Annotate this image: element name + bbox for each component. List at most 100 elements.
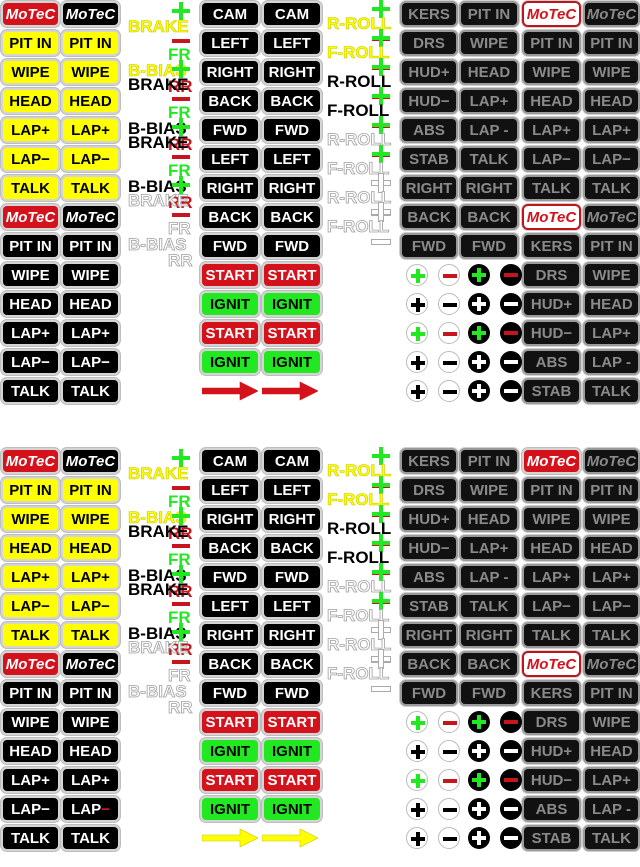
label-button[interactable]: FWD — [202, 566, 258, 588]
label-button[interactable]: LAP+ — [585, 119, 638, 141]
label-button[interactable]: DRS — [524, 264, 579, 286]
label-button[interactable]: KERS — [402, 450, 456, 472]
label-button[interactable]: WIPE — [63, 61, 118, 83]
label-button[interactable]: PIT IN — [3, 32, 58, 54]
minus-circle-button[interactable] — [438, 264, 460, 286]
label-button[interactable]: CAM — [264, 450, 320, 472]
label-button[interactable]: HEAD — [63, 740, 118, 762]
label-button[interactable]: RIGHT — [202, 624, 258, 646]
plus-circle-button[interactable] — [468, 711, 490, 733]
label-button[interactable]: HEAD — [461, 61, 517, 83]
label-button[interactable]: RIGHT — [202, 61, 258, 83]
label-button[interactable]: LAP+ — [63, 322, 118, 344]
plus-circle-button[interactable] — [468, 264, 490, 286]
label-button[interactable]: MoTeC — [585, 206, 638, 228]
label-button[interactable]: PIT IN — [3, 235, 58, 257]
label-button[interactable]: RIGHT — [461, 177, 517, 199]
minus-circle-button[interactable] — [500, 769, 522, 791]
label-button[interactable]: PIT IN — [63, 235, 118, 257]
label-button[interactable]: LAP+ — [461, 90, 517, 112]
label-button[interactable]: HEAD — [63, 293, 118, 315]
label-button[interactable]: LAP+ — [461, 537, 517, 559]
label-button[interactable]: TALK — [524, 177, 579, 199]
label-button[interactable]: PIT IN — [524, 479, 579, 501]
label-button[interactable]: LAP - — [461, 566, 517, 588]
label-button[interactable]: TALK — [585, 177, 638, 199]
label-button[interactable]: FWD — [461, 235, 517, 257]
label-button[interactable]: PIT IN — [461, 450, 517, 472]
label-button[interactable]: FWD — [202, 119, 258, 141]
label-button[interactable]: LAP− — [524, 595, 579, 617]
label-button[interactable]: PIT IN — [63, 479, 118, 501]
label-button[interactable]: LAP+ — [63, 566, 118, 588]
label-button[interactable]: IGNIT — [264, 293, 320, 315]
label-button[interactable]: HEAD — [3, 740, 58, 762]
label-button[interactable]: ABS — [402, 119, 456, 141]
label-button[interactable]: TALK — [3, 624, 58, 646]
label-button[interactable]: BACK — [202, 653, 258, 675]
label-button[interactable]: TALK — [3, 380, 58, 402]
plus-circle-button[interactable] — [406, 322, 428, 344]
label-button[interactable]: LAP+ — [63, 769, 118, 791]
label-button[interactable]: STAB — [402, 148, 456, 170]
label-button[interactable]: IGNIT — [202, 293, 258, 315]
label-button[interactable]: FWD — [264, 119, 320, 141]
label-button[interactable]: BACK — [264, 537, 320, 559]
label-button[interactable]: LEFT — [264, 32, 320, 54]
label-button[interactable]: PIT IN — [461, 3, 517, 25]
label-button[interactable]: BACK — [402, 653, 456, 675]
label-button[interactable]: TALK — [3, 177, 58, 199]
label-button[interactable]: PIT IN — [585, 682, 638, 704]
label-button[interactable]: MoTeC — [3, 206, 58, 228]
label-button[interactable]: LAP+ — [3, 769, 58, 791]
label-button[interactable]: KERS — [524, 235, 579, 257]
minus-circle-button[interactable] — [438, 798, 460, 820]
label-button[interactable]: DRS — [524, 711, 579, 733]
label-button[interactable]: LAP− — [3, 798, 58, 820]
label-button[interactable]: PIT IN — [63, 682, 118, 704]
label-button[interactable]: WIPE — [63, 264, 118, 286]
label-button[interactable]: HEAD — [585, 740, 638, 762]
label-button[interactable]: RIGHT — [264, 508, 320, 530]
label-button[interactable]: FWD — [202, 235, 258, 257]
label-button[interactable]: HEAD — [524, 537, 579, 559]
label-button[interactable]: HEAD — [3, 90, 58, 112]
label-button[interactable]: MoTeC — [3, 450, 58, 472]
label-button[interactable]: PIT IN — [63, 32, 118, 54]
label-button[interactable]: START — [202, 769, 258, 791]
label-button[interactable]: MoTeC — [3, 3, 58, 25]
label-button[interactable]: TALK — [585, 827, 638, 849]
plus-circle-button[interactable] — [406, 740, 428, 762]
minus-circle-button[interactable] — [500, 798, 522, 820]
minus-circle-button[interactable] — [500, 380, 522, 402]
minus-circle-button[interactable] — [500, 711, 522, 733]
label-button[interactable]: LAP+ — [524, 119, 579, 141]
label-button[interactable]: LEFT — [202, 32, 258, 54]
label-button[interactable]: WIPE — [524, 508, 579, 530]
label-button[interactable]: LAP− — [585, 595, 638, 617]
plus-circle-button[interactable] — [468, 769, 490, 791]
label-button[interactable]: WIPE — [461, 32, 517, 54]
label-button[interactable]: IGNIT — [264, 798, 320, 820]
label-button[interactable]: WIPE — [585, 264, 638, 286]
label-button[interactable]: PIT IN — [3, 682, 58, 704]
label-button[interactable]: FWD — [264, 235, 320, 257]
label-button[interactable]: LAP+ — [63, 119, 118, 141]
label-button[interactable]: PIT IN — [585, 32, 638, 54]
label-button[interactable]: BACK — [264, 206, 320, 228]
label-button[interactable]: KERS — [524, 682, 579, 704]
label-button[interactable]: IGNIT — [202, 798, 258, 820]
label-button[interactable]: MoTeC — [63, 653, 118, 675]
label-button[interactable]: MoTeC — [63, 450, 118, 472]
label-button[interactable]: MoTeC — [63, 206, 118, 228]
label-button[interactable]: WIPE — [63, 508, 118, 530]
label-button[interactable]: RIGHT — [202, 177, 258, 199]
label-button[interactable]: MoTeC — [585, 653, 638, 675]
label-button[interactable]: FWD — [461, 682, 517, 704]
label-button[interactable]: WIPE — [585, 508, 638, 530]
label-button[interactable]: PIT IN — [585, 235, 638, 257]
label-button[interactable]: WIPE — [585, 61, 638, 83]
label-button[interactable]: HEAD — [524, 90, 579, 112]
plus-circle-button[interactable] — [468, 380, 490, 402]
label-button[interactable]: WIPE — [524, 61, 579, 83]
